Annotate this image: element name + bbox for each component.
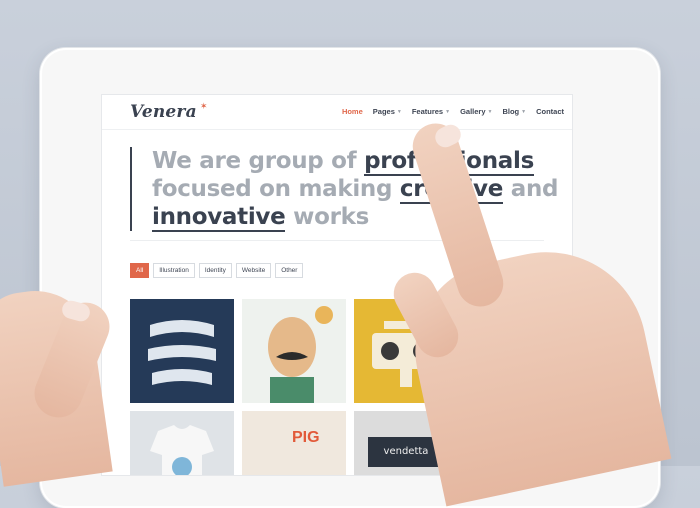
filter-website[interactable]: Website (235, 263, 272, 278)
chevron-down-icon: ▼ (445, 108, 451, 115)
pig-text: PIG (292, 429, 320, 446)
hero-line-1: We are group of professionals (152, 147, 558, 176)
filter-illustration[interactable]: Illustration (153, 263, 195, 278)
nav-home[interactable]: Home (342, 107, 363, 116)
main-navigation: Home Pages ▼ Features ▼ Gallery ▼ Blog ▼ Con… (342, 107, 564, 116)
site-logo[interactable]: Venera (130, 102, 197, 122)
nav-blog-label: Blog (502, 107, 520, 116)
portfolio-item-typography-ribbon[interactable] (130, 299, 234, 403)
chevron-down-icon: ▼ (521, 108, 527, 115)
nav-features[interactable]: Features ▼ (412, 107, 450, 116)
ribbon-illustration-icon (148, 320, 216, 385)
nav-features-label: Features (411, 107, 444, 116)
nav-blog[interactable]: Blog ▼ (502, 107, 526, 116)
filter-all[interactable]: All (130, 263, 150, 278)
hero-text: works (285, 204, 370, 230)
portfolio-item-typography-poster[interactable]: PIG (242, 411, 346, 475)
hero-text: and (503, 176, 559, 202)
nav-pages-label: Pages (372, 107, 395, 116)
logo-star-icon: ✶ (200, 101, 208, 111)
hero-text: focused on making (152, 176, 400, 202)
tshirt-icon (150, 425, 214, 475)
filter-other[interactable]: Other (275, 263, 304, 278)
nav-contact[interactable]: Contact (536, 107, 564, 116)
site-header: Venera ✶ Home Pages ▼ Features ▼ Gallery ▼ … (102, 95, 572, 130)
portfolio-filter-bar: All Illustration Identity Website Other (130, 263, 304, 278)
nav-gallery[interactable]: Gallery ▼ (460, 107, 492, 116)
hero-text: We are group of (152, 148, 365, 174)
chevron-down-icon: ▼ (396, 108, 402, 115)
hero-highlight-innovative: innovative (152, 204, 286, 232)
portfolio-item-tshirt[interactable] (130, 411, 234, 475)
hero-line-3: innovative works (152, 203, 558, 232)
hero-line-2: focused on making creative and (152, 175, 559, 204)
filter-identity[interactable]: Identity (198, 263, 232, 278)
nav-contact-label: Contact (536, 107, 564, 116)
character-illustration-icon (268, 306, 333, 403)
nav-pages[interactable]: Pages ▼ (373, 107, 402, 116)
hero-heading: We are group of professionals focused on… (130, 147, 559, 232)
nav-gallery-label: Gallery (460, 107, 486, 116)
nav-home-label: Home (341, 107, 363, 116)
portfolio-item-mustache-character[interactable] (242, 299, 346, 403)
chevron-down-icon: ▼ (487, 108, 493, 115)
